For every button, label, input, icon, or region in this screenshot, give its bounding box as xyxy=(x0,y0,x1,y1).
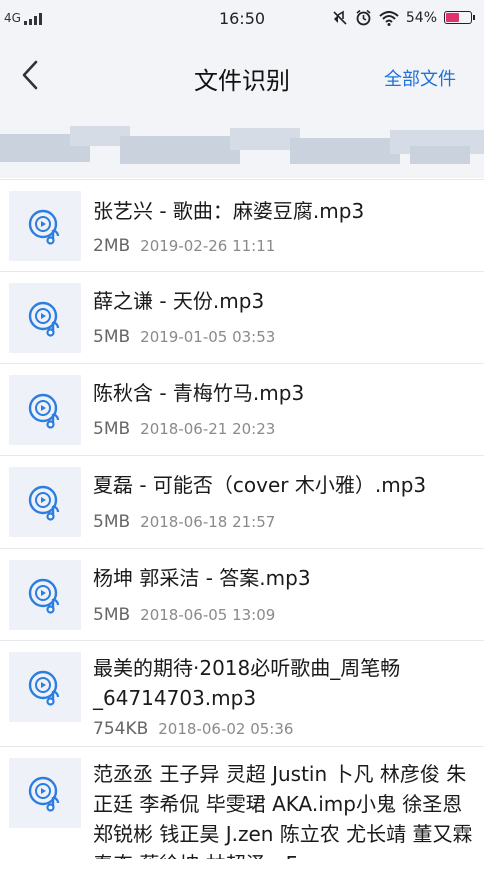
file-date: 2018-06-05 13:09 xyxy=(140,606,276,624)
file-size: 5MB xyxy=(93,605,131,625)
music-file-icon xyxy=(28,393,60,429)
file-meta: 2MB 2019-02-26 11:11 xyxy=(93,236,275,256)
all-files-button[interactable]: 全部文件 xyxy=(384,65,456,91)
file-size: 754KB xyxy=(93,719,149,739)
file-size: 5MB xyxy=(93,327,131,347)
file-size: 5MB xyxy=(93,512,131,532)
file-thumbnail xyxy=(9,375,81,445)
music-file-icon xyxy=(28,485,60,521)
file-name: 范丞丞 王子异 灵超 Justin 卜凡 林彦俊 朱正廷 李希侃 毕雯珺 AKA… xyxy=(93,762,473,859)
music-file-icon xyxy=(28,670,60,706)
file-row[interactable]: 夏磊 - 可能否（cover 木小雅）.mp3 5MB 2018-06-18 21:… xyxy=(0,455,484,548)
file-name: 薛之谦 - 天份.mp3 xyxy=(93,289,265,313)
file-thumbnail xyxy=(9,560,81,630)
navigation-bar: 文件识别 全部文件 xyxy=(0,36,484,116)
alarm-icon xyxy=(356,9,371,26)
file-row[interactable]: 张艺兴 - 歌曲：麻婆豆腐.mp3 2MB 2019-02-26 11:11 xyxy=(0,179,484,271)
file-row[interactable]: 陈秋含 - 青梅竹马.mp3 5MB 2018-06-21 20:23 xyxy=(0,363,484,455)
music-file-icon xyxy=(28,776,60,812)
file-row[interactable]: 范丞丞 王子异 灵超 Justin 卜凡 林彦俊 朱正廷 李希侃 毕雯珺 AKA… xyxy=(0,746,484,866)
file-thumbnail xyxy=(9,283,81,353)
file-name: 张艺兴 - 歌曲：麻婆豆腐.mp3 xyxy=(93,199,365,223)
file-meta: 754KB 2018-06-02 05:36 xyxy=(93,719,293,739)
file-size: 2MB xyxy=(93,236,131,256)
file-list: 张艺兴 - 歌曲：麻婆豆腐.mp3 2MB 2019-02-26 11:11 薛之谦 … xyxy=(0,179,484,866)
file-size: 5MB xyxy=(93,419,131,439)
file-meta: 5MB 2018-06-05 13:09 xyxy=(93,605,275,625)
file-row[interactable]: 薛之谦 - 天份.mp3 5MB 2019-01-05 03:53 xyxy=(0,271,484,363)
file-thumbnail xyxy=(9,467,81,537)
music-file-icon xyxy=(28,578,60,614)
file-row[interactable]: 杨坤 郭采洁 - 答案.mp3 5MB 2018-06-05 13:09 xyxy=(0,548,484,640)
file-thumbnail xyxy=(9,758,81,828)
status-bar: 4G 16:50 54% xyxy=(0,0,484,36)
file-date: 2018-06-02 05:36 xyxy=(158,720,294,738)
file-thumbnail xyxy=(9,191,81,261)
back-button[interactable] xyxy=(18,58,42,92)
file-meta: 5MB 2019-01-05 03:53 xyxy=(93,327,275,347)
status-icons: 54% xyxy=(332,9,475,26)
wifi-icon xyxy=(379,10,399,26)
file-meta: 5MB 2018-06-18 21:57 xyxy=(93,512,275,532)
file-name: 夏磊 - 可能否（cover 木小雅）.mp3 xyxy=(93,473,427,497)
file-date: 2018-06-18 21:57 xyxy=(140,513,276,531)
file-meta: 5MB 2018-06-21 20:23 xyxy=(93,419,275,439)
file-row[interactable]: 最美的期待·2018必听歌曲_周笔畅_64714703.mp3 754KB 2018… xyxy=(0,640,484,746)
battery-percent: 54% xyxy=(405,9,437,26)
mute-icon xyxy=(333,10,347,25)
file-thumbnail xyxy=(9,652,81,722)
file-date: 2018-06-21 20:23 xyxy=(140,420,276,438)
file-date: 2019-02-26 11:11 xyxy=(140,237,276,255)
battery-icon xyxy=(444,11,475,24)
music-file-icon xyxy=(28,301,60,337)
chevron-left-icon xyxy=(22,60,38,90)
file-date: 2019-01-05 03:53 xyxy=(140,328,276,346)
file-name: 最美的期待·2018必听歌曲_周笔畅_64714703.mp3 xyxy=(93,656,401,710)
file-name: 杨坤 郭采洁 - 答案.mp3 xyxy=(93,566,311,590)
file-name: 陈秋含 - 青梅竹马.mp3 xyxy=(93,381,305,405)
blurred-path-bar xyxy=(0,116,484,178)
music-file-icon xyxy=(28,209,60,245)
